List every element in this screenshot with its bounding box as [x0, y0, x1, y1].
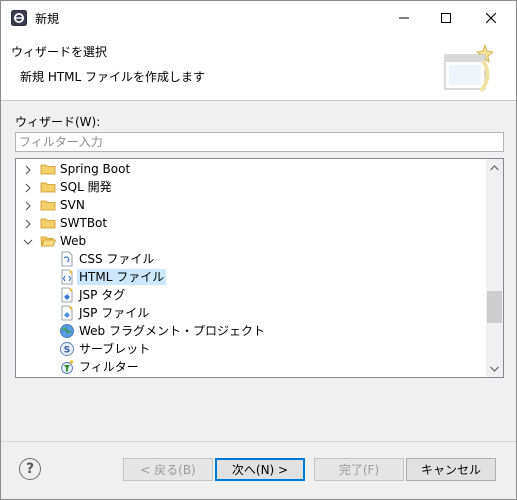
tree-item-label: HTML ファイル [77, 269, 167, 285]
tree-item-svn[interactable]: SVN [16, 196, 486, 214]
close-button[interactable] [469, 1, 513, 34]
chevron-right-icon[interactable] [23, 200, 33, 211]
tree-item-html-file[interactable]: HTML ファイル [16, 268, 486, 286]
help-button[interactable]: ? [19, 458, 41, 480]
chevron-down-icon[interactable] [23, 236, 33, 246]
tree-item-jsp-tag[interactable]: JSP タグ [16, 286, 486, 304]
tree-item-label: サーブレット [79, 342, 151, 356]
tree-item-label: SWTBot [60, 216, 108, 230]
wizard-header: ウィザードを選択 新規 HTML ファイルを作成します [1, 34, 516, 101]
eclipse-app-icon [11, 10, 27, 26]
wizards-label: ウィザード(W): [15, 115, 101, 129]
wizard-tree[interactable]: Spring Boot SQL 開発 SVN SWTBot Web CSS ファ… [15, 158, 504, 378]
tree-item-label: SQL 開発 [60, 180, 112, 194]
page-description: 新規 HTML ファイルを作成します [20, 70, 206, 84]
folder-open-icon [40, 233, 57, 249]
tree-item-label: Web フラグメント・プロジェクト [79, 324, 265, 338]
folder-icon [40, 161, 56, 177]
next-button[interactable]: 次へ(N) > [215, 458, 305, 481]
chevron-right-icon[interactable] [23, 182, 33, 193]
jsp-tag-icon [59, 287, 75, 303]
tree-item-spring-boot[interactable]: Spring Boot [16, 160, 486, 178]
tree-item-jsp-file[interactable]: JSP ファイル [16, 304, 486, 322]
servlet-icon: S [59, 341, 75, 357]
filter-input[interactable] [15, 132, 504, 152]
folder-icon [40, 215, 56, 231]
tree-item-label: SVN [60, 198, 85, 212]
html-file-icon [59, 269, 75, 285]
tree-item-css-file[interactable]: CSS ファイル [16, 250, 486, 268]
tree-item-label: フィルター [79, 360, 139, 374]
web-fragment-project-icon [59, 323, 75, 339]
footer-divider [1, 441, 516, 442]
tree-item-servlet[interactable]: S サーブレット [16, 340, 486, 358]
css-file-icon [59, 251, 75, 267]
scroll-up-button[interactable] [486, 159, 503, 176]
jsp-file-icon [59, 305, 75, 321]
folder-icon [40, 197, 56, 213]
chevron-right-icon[interactable] [23, 218, 33, 229]
tree-item-web[interactable]: Web [16, 232, 486, 250]
tree-item-label: CSS ファイル [79, 252, 155, 266]
minimize-button[interactable] [382, 1, 426, 34]
tree-item-label: JSP ファイル [79, 306, 150, 320]
scroll-down-button[interactable] [486, 360, 503, 377]
window-title: 新規 [35, 12, 60, 26]
tree-item-sql-dev[interactable]: SQL 開発 [16, 178, 486, 196]
cancel-button[interactable]: キャンセル [406, 458, 496, 481]
folder-icon [40, 179, 56, 195]
scrollbar-thumb[interactable] [487, 291, 502, 323]
tree-item-label: Web [60, 234, 87, 248]
tree-item-label: Spring Boot [60, 162, 131, 176]
filter-icon [59, 359, 75, 375]
maximize-button[interactable] [424, 1, 468, 34]
new-wizard-banner-icon [441, 39, 495, 97]
tree-scrollbar[interactable] [486, 159, 503, 377]
tree-item-web-fragment-project[interactable]: Web フラグメント・プロジェクト [16, 322, 486, 340]
chevron-right-icon[interactable] [23, 164, 33, 175]
back-button[interactable]: < 戻る(B) [123, 458, 213, 481]
new-wizard-dialog: 新規 ウィザードを選択 新規 HTML ファイルを作成します ウィザード(W): [0, 0, 517, 500]
finish-button[interactable]: 完了(F) [314, 458, 404, 481]
tree-item-filter[interactable]: フィルター [16, 358, 486, 376]
tree-item-swtbot[interactable]: SWTBot [16, 214, 486, 232]
title-bar: 新規 [1, 1, 516, 34]
page-title: ウィザードを選択 [11, 45, 108, 59]
svg-text:S: S [64, 346, 70, 356]
tree-item-label: JSP タグ [79, 288, 126, 302]
